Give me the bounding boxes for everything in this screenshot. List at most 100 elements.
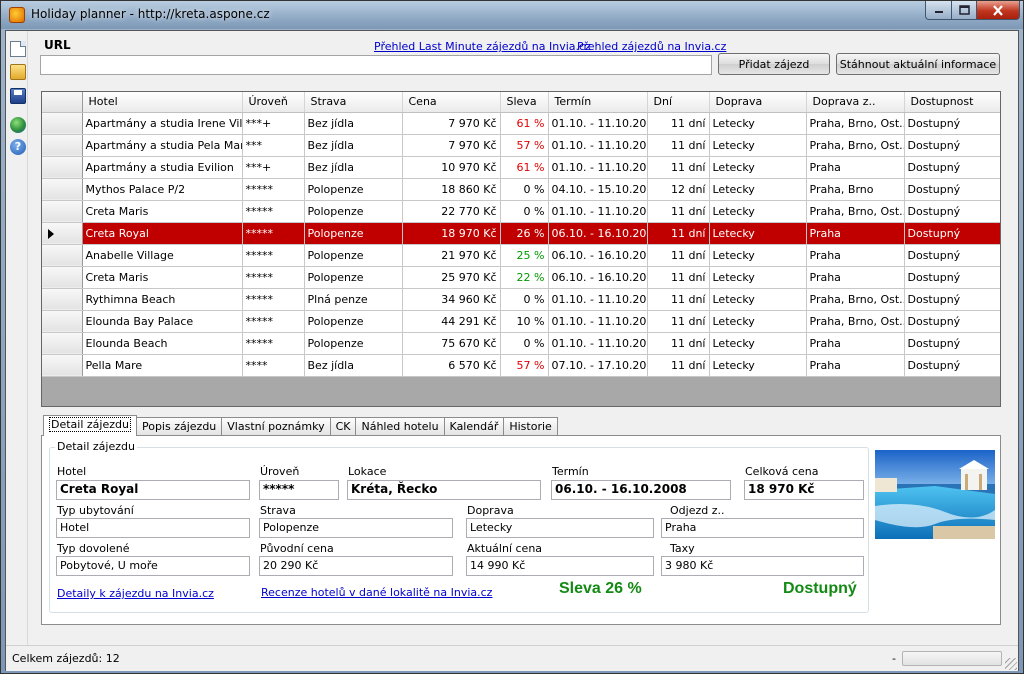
cell-board[interactable]: Polopenze [304, 200, 403, 223]
row-header[interactable] [42, 354, 83, 377]
cell-days[interactable]: 12 dní [647, 178, 710, 201]
cell-discount[interactable]: 0 % [500, 200, 549, 223]
cell-transport[interactable]: Letecky [709, 244, 807, 267]
resize-grip-icon[interactable] [1005, 658, 1017, 670]
cell-transport[interactable]: Letecky [709, 222, 807, 245]
column-header[interactable]: Dní [647, 92, 710, 113]
cell-discount[interactable]: 26 % [500, 222, 549, 245]
cell-term[interactable]: 04.10. - 15.10.20... [548, 178, 648, 201]
cell-term[interactable]: 06.10. - 16.10.20... [548, 244, 648, 267]
cell-departure[interactable]: Praha, Brno [806, 178, 905, 201]
minimize-button[interactable] [925, 1, 952, 20]
original-price-field[interactable]: 20 290 Kč [259, 556, 453, 576]
cell-transport[interactable]: Letecky [709, 200, 807, 223]
cell-transport[interactable]: Letecky [709, 266, 807, 289]
cell-departure[interactable]: Praha [806, 332, 905, 355]
help-icon[interactable]: ? [10, 139, 26, 155]
accommodation-field[interactable]: Hotel [56, 518, 250, 538]
cell-transport[interactable]: Letecky [709, 310, 807, 333]
cell-term[interactable]: 01.10. - 11.10.20... [548, 134, 648, 157]
cell-departure[interactable]: Praha, Brno, Ost... [806, 200, 905, 223]
cell-hotel[interactable]: Rythimna Beach [82, 288, 243, 311]
download-info-button[interactable]: Stáhnout aktuální informace [836, 53, 1000, 75]
cell-departure[interactable]: Praha, Brno, Ost... [806, 112, 905, 135]
term-field[interactable]: 06.10. - 16.10.2008 [551, 480, 731, 500]
cell-board[interactable]: Bez jídla [304, 134, 403, 157]
taxes-field[interactable]: 3 980 Kč [661, 556, 864, 576]
row-header[interactable] [42, 266, 83, 289]
row-header[interactable] [42, 200, 83, 223]
cell-board[interactable]: Polopenze [304, 266, 403, 289]
save-disk-icon[interactable] [10, 88, 26, 104]
cell-hotel[interactable]: Apartmány a studia Irene Village [82, 112, 243, 135]
cell-hotel[interactable]: Creta Maris [82, 266, 243, 289]
cell-days[interactable]: 11 dní [647, 266, 710, 289]
tab-6[interactable]: Historie [503, 417, 558, 436]
add-trip-button[interactable]: Přidat zájezd [718, 53, 830, 75]
cell-transport[interactable]: Letecky [709, 112, 807, 135]
cell-hotel[interactable]: Apartmány a studia Evilion [82, 156, 243, 179]
cell-days[interactable]: 11 dní [647, 222, 710, 245]
cell-term[interactable]: 01.10. - 11.10.20... [548, 112, 648, 135]
cell-availability[interactable]: Dostupný [904, 222, 1000, 245]
cell-price[interactable]: 44 291 Kč [402, 310, 501, 333]
cell-hotel[interactable]: Creta Maris [82, 200, 243, 223]
hotel-photo[interactable] [875, 450, 995, 539]
cell-price[interactable]: 6 570 Kč [402, 354, 501, 377]
cell-availability[interactable]: Dostupný [904, 354, 1000, 377]
globe-icon[interactable] [10, 117, 26, 133]
cell-discount[interactable]: 57 % [500, 134, 549, 157]
cell-discount[interactable]: 10 % [500, 310, 549, 333]
cell-board[interactable]: Polopenze [304, 178, 403, 201]
cell-hotel[interactable]: Creta Royal [82, 222, 243, 245]
cell-price[interactable]: 10 970 Kč [402, 156, 501, 179]
tab-4[interactable]: Náhled hotelu [355, 417, 445, 436]
table-row[interactable]: Apartmány a studia Irene Village***+Bez … [42, 112, 1000, 135]
cell-departure[interactable]: Praha, Brno, Ost... [806, 288, 905, 311]
hotel-field[interactable]: Creta Royal [56, 480, 250, 500]
tab-2[interactable]: Vlastní poznámky [221, 417, 331, 436]
cell-discount[interactable]: 61 % [500, 112, 549, 135]
cell-price[interactable]: 21 970 Kč [402, 244, 501, 267]
cell-level[interactable]: ***** [242, 222, 305, 245]
column-header[interactable]: Dostupnost [904, 92, 1000, 113]
cell-price[interactable]: 22 770 Kč [402, 200, 501, 223]
cell-term[interactable]: 06.10. - 16.10.20... [548, 222, 648, 245]
cell-hotel[interactable]: Elounda Beach [82, 332, 243, 355]
cell-availability[interactable]: Dostupný [904, 178, 1000, 201]
cell-level[interactable]: ***** [242, 178, 305, 201]
tab-5[interactable]: Kalendář [443, 417, 505, 436]
cell-transport[interactable]: Letecky [709, 332, 807, 355]
cell-term[interactable]: 01.10. - 11.10.20... [548, 288, 648, 311]
cell-departure[interactable]: Praha [806, 222, 905, 245]
row-header[interactable] [42, 332, 83, 355]
cell-departure[interactable]: Praha, Brno, Ost... [806, 134, 905, 157]
table-row[interactable]: Elounda Beach ***** Polopenze 75 670 Kč 0 % 0… [42, 332, 1000, 355]
cell-availability[interactable]: Dostupný [904, 244, 1000, 267]
table-row[interactable]: Rythimna Beach ***** Plná penze 34 960 Kč 0 … [42, 288, 1000, 311]
overview-link[interactable]: Přehled zájezdů na Invia.cz [577, 40, 726, 53]
cell-departure[interactable]: Praha, Brno, Ost... [806, 310, 905, 333]
cell-price[interactable]: 34 960 Kč [402, 288, 501, 311]
cell-price[interactable]: 18 970 Kč [402, 222, 501, 245]
new-document-icon[interactable] [10, 41, 26, 57]
transport-field[interactable]: Letecky [466, 518, 654, 538]
row-header[interactable] [42, 288, 83, 311]
app-icon[interactable] [9, 7, 25, 23]
table-row[interactable]: Creta Royal ***** Polopenze 18 970 Kč 26 % 06… [42, 222, 1000, 245]
cell-discount[interactable]: 0 % [500, 332, 549, 355]
cell-days[interactable]: 11 dní [647, 134, 710, 157]
table-row[interactable]: Elounda Bay Palace ***** Polopenze 44 291 K… [42, 310, 1000, 333]
cell-departure[interactable]: Praha [806, 266, 905, 289]
cell-board[interactable]: Polopenze [304, 244, 403, 267]
cell-term[interactable]: 01.10. - 11.10.20... [548, 200, 648, 223]
cell-days[interactable]: 11 dní [647, 112, 710, 135]
cell-discount[interactable]: 61 % [500, 156, 549, 179]
cell-availability[interactable]: Dostupný [904, 156, 1000, 179]
column-header[interactable]: Doprava z.. [806, 92, 905, 113]
cell-transport[interactable]: Letecky [709, 156, 807, 179]
cell-level[interactable]: ***** [242, 200, 305, 223]
tab-0[interactable]: Detail zájezdu [43, 415, 137, 436]
table-row[interactable]: Creta Maris ***** Polopenze 22 770 Kč 0 % 01.… [42, 200, 1000, 223]
cell-discount[interactable]: 25 % [500, 244, 549, 267]
